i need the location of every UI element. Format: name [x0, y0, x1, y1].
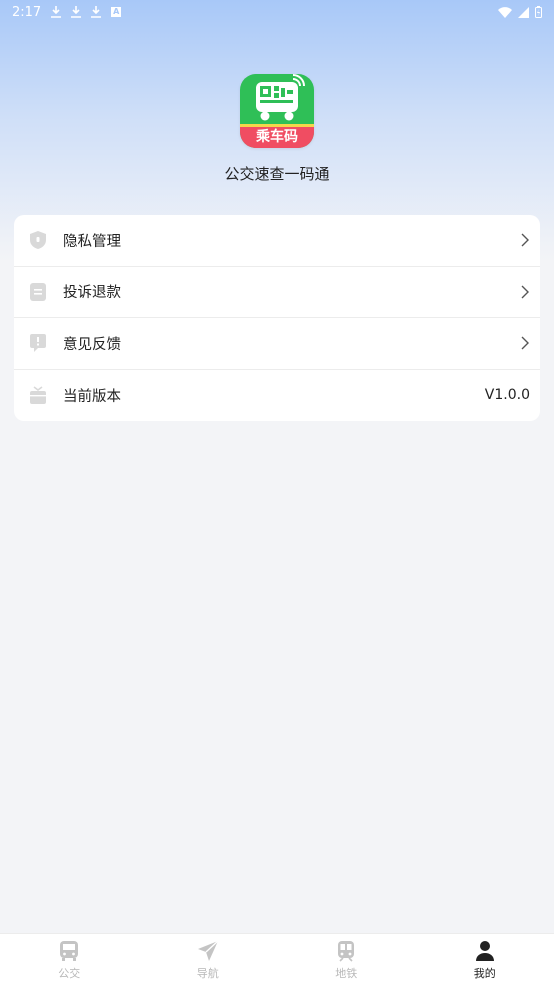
wifi-icon: [498, 6, 512, 18]
shield-icon: [30, 231, 46, 250]
menu-item-feedback[interactable]: 意见反馈: [14, 318, 540, 370]
person-icon: [475, 940, 494, 961]
menu-item-privacy[interactable]: 隐私管理: [14, 215, 540, 267]
tab-label: 导航: [196, 966, 219, 980]
signal-icon: [518, 6, 529, 18]
a-icon: A: [111, 7, 122, 17]
settings-menu: 隐私管理 投诉退款 意见反馈 当前版本 V1.0.0: [14, 215, 540, 421]
tab-label: 公交: [58, 966, 81, 980]
qr-bus-icon: [256, 74, 305, 121]
status-bar: 2:17 A: [0, 0, 554, 24]
menu-item-version: 当前版本 V1.0.0: [14, 370, 540, 422]
menu-item-complaint-refund[interactable]: 投诉退款: [14, 267, 540, 318]
version-value: V1.0.0: [484, 387, 530, 404]
tab-label: 我的: [473, 966, 496, 980]
chevron-right-icon: [521, 233, 529, 247]
app-name: 公交速查一码通: [224, 165, 330, 183]
menu-item-label: 当前版本: [63, 388, 121, 405]
battery-icon: [535, 6, 542, 18]
subway-icon: [338, 940, 355, 962]
download-icon: [51, 6, 62, 18]
status-time: 2:17: [12, 4, 42, 20]
bottom-nav: 公交 导航 地铁 我的: [0, 933, 554, 986]
menu-item-label: 隐私管理: [63, 233, 121, 250]
feedback-icon: [30, 334, 46, 353]
tab-bus[interactable]: 公交: [0, 934, 139, 986]
app-logo: 乘车码: [240, 74, 314, 148]
document-icon: [30, 282, 46, 301]
menu-item-label: 意见反馈: [63, 336, 121, 353]
logo-label: 乘车码: [240, 124, 314, 148]
navigation-icon: [197, 939, 219, 961]
tab-label: 地铁: [335, 966, 358, 980]
menu-item-label: 投诉退款: [63, 285, 121, 302]
download-icon: [91, 6, 102, 18]
tab-navigation[interactable]: 导航: [139, 934, 278, 986]
tab-mine[interactable]: 我的: [416, 934, 554, 986]
tab-subway[interactable]: 地铁: [277, 934, 416, 986]
download-icon: [71, 6, 82, 18]
chevron-right-icon: [521, 336, 529, 350]
bus-icon: [60, 940, 79, 961]
gift-icon: [30, 386, 46, 405]
chevron-right-icon: [521, 285, 529, 299]
